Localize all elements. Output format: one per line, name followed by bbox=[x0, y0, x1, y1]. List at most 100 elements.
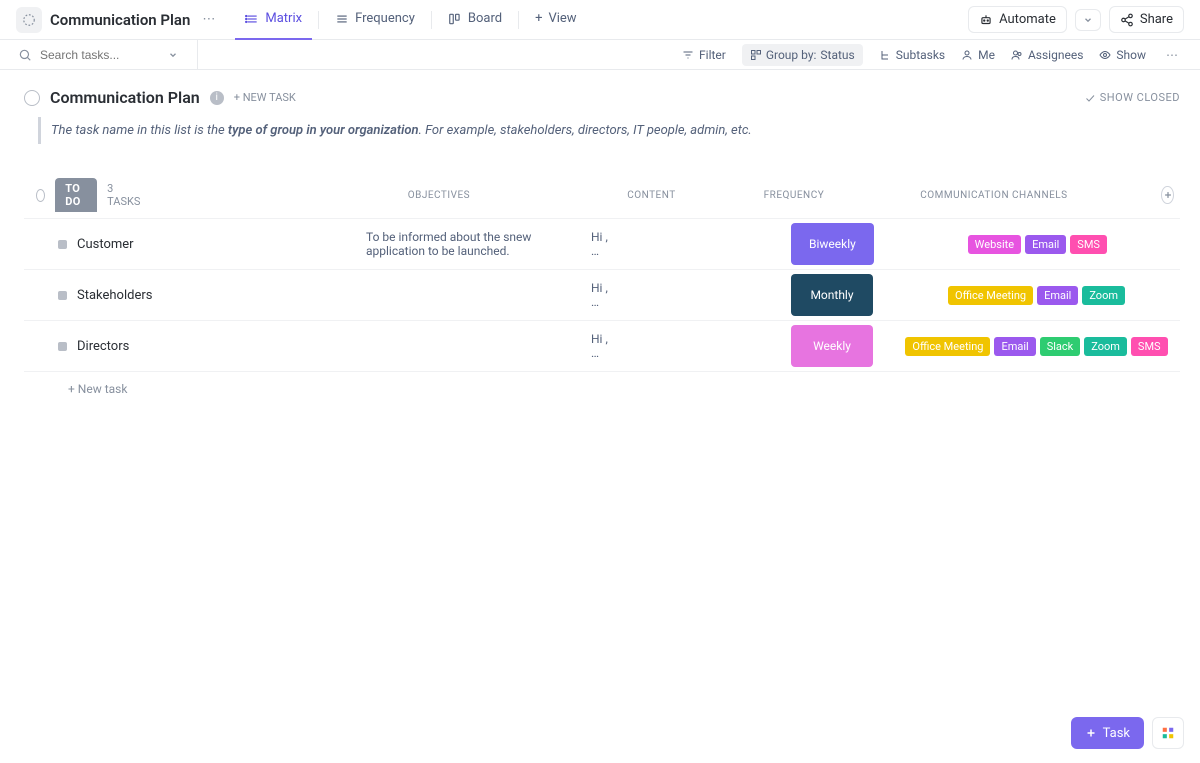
frequency-tag[interactable]: Monthly bbox=[791, 274, 873, 316]
group-by-button[interactable]: Group by: Status bbox=[742, 44, 863, 66]
fab-apps-button[interactable] bbox=[1152, 717, 1184, 749]
chevron-down-icon bbox=[1083, 15, 1093, 25]
view-tabs: Matrix Frequency Board + View bbox=[235, 0, 586, 40]
filter-label: Filter bbox=[699, 48, 726, 62]
share-button[interactable]: Share bbox=[1109, 6, 1184, 33]
task-name[interactable]: Stakeholders bbox=[77, 288, 152, 303]
tab-label: Frequency bbox=[355, 11, 415, 26]
task-rows: Customer To be informed about the snew a… bbox=[24, 218, 1180, 372]
cell-channels[interactable]: Office MeetingEmailZoom bbox=[879, 286, 1194, 305]
tab-separator bbox=[518, 11, 519, 29]
group-by-label: Group by: bbox=[766, 48, 817, 62]
list-view-icon bbox=[335, 12, 349, 26]
group-by-value: Status bbox=[820, 48, 854, 62]
group-header: TO DO 3 TASKS OBJECTIVES CONTENT FREQUEN… bbox=[24, 178, 1180, 218]
filter-button[interactable]: Filter bbox=[682, 48, 726, 62]
cell-channels[interactable]: WebsiteEmailSMS bbox=[880, 235, 1195, 254]
cell-content[interactable]: Hi ,… bbox=[585, 230, 785, 258]
me-button[interactable]: Me bbox=[961, 48, 995, 62]
automate-button[interactable]: Automate bbox=[968, 6, 1067, 33]
channel-tag[interactable]: Zoom bbox=[1082, 286, 1125, 305]
plus-icon: + bbox=[535, 11, 542, 26]
toolbar-more[interactable]: ⋯ bbox=[1162, 48, 1182, 62]
chevron-down-icon[interactable] bbox=[168, 50, 178, 60]
tab-board[interactable]: Board bbox=[438, 0, 512, 40]
cell-channels[interactable]: Office MeetingEmail SlackZoomSMS bbox=[879, 337, 1194, 356]
task-name[interactable]: Customer bbox=[77, 237, 134, 252]
frequency-tag[interactable]: Weekly bbox=[791, 325, 873, 367]
person-icon bbox=[961, 49, 973, 61]
add-column-button[interactable] bbox=[1161, 186, 1174, 204]
search-icon bbox=[18, 48, 32, 62]
channel-tag[interactable]: Office Meeting bbox=[905, 337, 990, 356]
cell-objectives[interactable]: To be informed about the snew applicatio… bbox=[360, 230, 585, 258]
subtasks-button[interactable]: Subtasks bbox=[879, 48, 945, 62]
board-icon bbox=[448, 12, 462, 26]
channel-tag[interactable]: Slack bbox=[1040, 337, 1081, 356]
task-row[interactable]: Stakeholders Hi ,… Monthly Office Meetin… bbox=[24, 269, 1180, 320]
show-closed-label: SHOW CLOSED bbox=[1100, 91, 1180, 104]
list-name: Communication Plan bbox=[50, 88, 200, 107]
tab-separator bbox=[431, 11, 432, 29]
task-status-square[interactable] bbox=[58, 240, 67, 249]
automate-dropdown[interactable] bbox=[1075, 9, 1101, 31]
task-row[interactable]: Customer To be informed about the snew a… bbox=[24, 218, 1180, 269]
cell-frequency[interactable]: Monthly bbox=[785, 274, 879, 316]
info-icon[interactable]: i bbox=[210, 91, 224, 105]
col-content[interactable]: CONTENT bbox=[551, 190, 751, 201]
tab-label: Board bbox=[468, 11, 502, 26]
automate-label: Automate bbox=[999, 12, 1056, 27]
task-name[interactable]: Directors bbox=[77, 339, 129, 354]
cell-frequency[interactable]: Weekly bbox=[785, 325, 879, 367]
me-label: Me bbox=[978, 48, 995, 62]
apps-icon bbox=[1161, 726, 1175, 740]
new-task-header-link[interactable]: + NEW TASK bbox=[234, 91, 296, 104]
col-frequency[interactable]: FREQUENCY bbox=[751, 190, 836, 201]
channel-tag[interactable]: Office Meeting bbox=[948, 286, 1033, 305]
list-header: Communication Plan i + NEW TASK SHOW CLO… bbox=[24, 88, 1180, 107]
tab-add-view[interactable]: + View bbox=[525, 0, 587, 40]
task-row-left: Customer bbox=[24, 237, 360, 252]
search-input[interactable] bbox=[40, 48, 160, 62]
status-pill[interactable]: TO DO bbox=[55, 178, 97, 212]
group-collapse-toggle[interactable] bbox=[36, 189, 45, 202]
assignees-button[interactable]: Assignees bbox=[1011, 48, 1083, 62]
share-label: Share bbox=[1140, 12, 1173, 27]
cell-frequency[interactable]: Biweekly bbox=[785, 223, 880, 265]
check-icon bbox=[1084, 92, 1096, 104]
robot-icon bbox=[979, 13, 993, 27]
tab-matrix[interactable]: Matrix bbox=[235, 0, 312, 40]
search-wrap bbox=[18, 40, 198, 70]
cell-content[interactable]: Hi ,… bbox=[585, 281, 785, 309]
new-task-row[interactable]: + New task bbox=[24, 372, 1180, 396]
show-label: Show bbox=[1116, 48, 1146, 62]
task-row[interactable]: Directors Hi ,… Weekly Office MeetingEma… bbox=[24, 320, 1180, 372]
fab-task-button[interactable]: Task bbox=[1071, 717, 1144, 749]
assignees-label: Assignees bbox=[1028, 48, 1083, 62]
channel-tag[interactable]: SMS bbox=[1070, 235, 1107, 254]
channel-tag[interactable]: Website bbox=[968, 235, 1021, 254]
show-button[interactable]: Show bbox=[1099, 48, 1146, 62]
app-header: Communication Plan ⋯ Matrix Frequency Bo… bbox=[0, 0, 1200, 40]
frequency-tag[interactable]: Biweekly bbox=[791, 223, 874, 265]
channel-tag[interactable]: Email bbox=[994, 337, 1035, 356]
show-closed-button[interactable]: SHOW CLOSED bbox=[1084, 91, 1180, 104]
col-channels[interactable]: COMMUNICATION CHANNELS bbox=[836, 190, 1151, 201]
channel-tag[interactable]: Email bbox=[1025, 235, 1066, 254]
task-count: 3 TASKS bbox=[107, 182, 140, 208]
channel-tag[interactable]: Email bbox=[1037, 286, 1078, 305]
cell-content[interactable]: Hi ,… bbox=[585, 332, 785, 360]
col-objectives[interactable]: OBJECTIVES bbox=[326, 190, 551, 201]
task-status-square[interactable] bbox=[58, 342, 67, 351]
list-description[interactable]: The task name in this list is the type o… bbox=[38, 117, 1180, 144]
channel-tag[interactable]: SMS bbox=[1131, 337, 1168, 356]
toolbar-right: Filter Group by: Status Subtasks Me Assi… bbox=[682, 44, 1182, 66]
status-circle-icon[interactable] bbox=[24, 90, 40, 106]
task-status-square[interactable] bbox=[58, 291, 67, 300]
people-icon bbox=[1011, 49, 1023, 61]
channel-tag[interactable]: Zoom bbox=[1084, 337, 1127, 356]
tab-frequency[interactable]: Frequency bbox=[325, 0, 425, 40]
title-menu[interactable]: ⋯ bbox=[198, 12, 219, 27]
eye-icon bbox=[1099, 49, 1111, 61]
tab-label: Matrix bbox=[265, 11, 302, 26]
